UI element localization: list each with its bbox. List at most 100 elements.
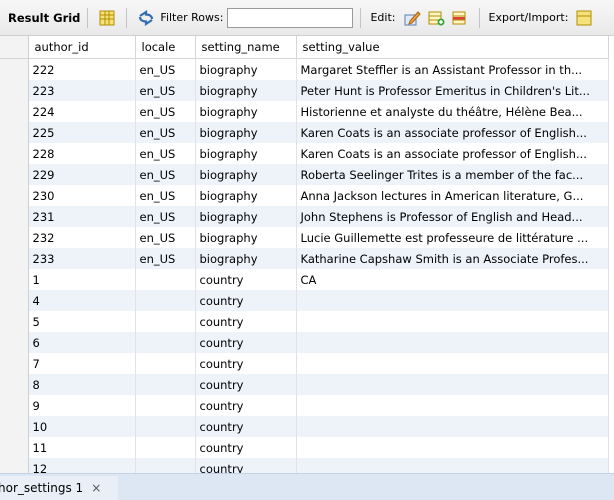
author-id-cell[interactable]: 8 <box>28 374 136 395</box>
author-id-cell[interactable]: 233 <box>28 248 136 269</box>
setting-name-cell[interactable]: country <box>195 437 297 458</box>
setting-value-cell[interactable]: John Stephens is Professor of English an… <box>296 206 609 227</box>
row-header[interactable] <box>0 227 29 248</box>
author-id-cell[interactable]: 223 <box>28 80 136 101</box>
setting-name-cell[interactable]: biography <box>195 80 297 101</box>
row-header[interactable] <box>0 164 29 185</box>
table-row[interactable]: 1 country CA <box>0 269 609 290</box>
row-header[interactable] <box>0 395 29 416</box>
setting-name-cell[interactable]: biography <box>195 58 297 80</box>
author-id-cell[interactable]: 228 <box>28 143 136 164</box>
locale-cell[interactable]: en_US <box>135 185 196 206</box>
locale-cell[interactable]: en_US <box>135 248 196 269</box>
setting-name-cell[interactable]: country <box>195 416 297 437</box>
column-header-locale[interactable]: locale <box>135 36 196 59</box>
row-header[interactable] <box>0 101 29 122</box>
setting-value-cell[interactable]: Roberta Seelinger Trites is a member of … <box>296 164 609 185</box>
row-header[interactable] <box>0 185 29 206</box>
setting-value-cell[interactable] <box>296 353 609 374</box>
column-header-setting-name[interactable]: setting_name <box>195 36 297 59</box>
table-row[interactable]: 228 en_US biography Karen Coats is an assoc… <box>0 143 609 164</box>
row-header[interactable] <box>0 143 29 164</box>
author-id-cell[interactable]: 6 <box>28 332 136 353</box>
author-id-cell[interactable]: 225 <box>28 122 136 143</box>
locale-cell[interactable]: en_US <box>135 227 196 248</box>
locale-cell[interactable] <box>135 269 196 290</box>
setting-name-cell[interactable]: country <box>195 311 297 332</box>
setting-name-cell[interactable]: biography <box>195 227 297 248</box>
author-id-cell[interactable]: 9 <box>28 395 136 416</box>
setting-value-cell[interactable]: Peter Hunt is Professor Emeritus in Chil… <box>296 80 609 101</box>
author-id-cell[interactable]: 224 <box>28 101 136 122</box>
row-header[interactable] <box>0 80 29 101</box>
grid-layout-icon[interactable] <box>98 9 116 27</box>
setting-value-cell[interactable]: Karen Coats is an associate professor of… <box>296 143 609 164</box>
table-row[interactable]: 12 country <box>0 458 609 473</box>
row-header[interactable] <box>0 206 29 227</box>
locale-cell[interactable] <box>135 332 196 353</box>
setting-value-cell[interactable]: Karen Coats is an associate professor of… <box>296 122 609 143</box>
setting-name-cell[interactable]: biography <box>195 101 297 122</box>
author-id-cell[interactable]: 229 <box>28 164 136 185</box>
table-row[interactable]: 5 country <box>0 311 609 332</box>
setting-value-cell[interactable] <box>296 458 609 473</box>
setting-name-cell[interactable]: biography <box>195 185 297 206</box>
setting-value-cell[interactable]: Katharine Capshaw Smith is an Associate … <box>296 248 609 269</box>
result-tab-label[interactable]: hor_settings 1 <box>0 481 83 495</box>
edit-pencil-icon[interactable] <box>403 9 421 27</box>
row-header[interactable] <box>0 311 29 332</box>
export-icon[interactable] <box>575 9 593 27</box>
author-id-cell[interactable]: 7 <box>28 353 136 374</box>
setting-value-cell[interactable] <box>296 332 609 353</box>
locale-cell[interactable] <box>135 374 196 395</box>
table-row[interactable]: 225 en_US biography Karen Coats is an assoc… <box>0 122 609 143</box>
table-row[interactable]: 231 en_US biography John Stephens is Profes… <box>0 206 609 227</box>
setting-value-cell[interactable] <box>296 395 609 416</box>
setting-name-cell[interactable]: biography <box>195 248 297 269</box>
table-row[interactable]: 233 en_US biography Katharine Capshaw Smith… <box>0 248 609 269</box>
author-id-cell[interactable]: 1 <box>28 269 136 290</box>
author-id-cell[interactable]: 230 <box>28 185 136 206</box>
row-header[interactable] <box>0 290 29 311</box>
table-row[interactable]: 222 en_US biography Margaret Steffler is an… <box>0 58 609 80</box>
row-header[interactable] <box>0 248 29 269</box>
locale-cell[interactable] <box>135 437 196 458</box>
setting-name-cell[interactable]: biography <box>195 206 297 227</box>
setting-name-cell[interactable]: country <box>195 458 297 473</box>
locale-cell[interactable]: en_US <box>135 206 196 227</box>
setting-name-cell[interactable]: country <box>195 332 297 353</box>
setting-value-cell[interactable] <box>296 437 609 458</box>
add-row-icon[interactable] <box>427 9 445 27</box>
author-id-cell[interactable]: 231 <box>28 206 136 227</box>
author-id-cell[interactable]: 11 <box>28 437 136 458</box>
table-row[interactable]: 229 en_US biography Roberta Seelinger Trite… <box>0 164 609 185</box>
locale-cell[interactable] <box>135 290 196 311</box>
table-row[interactable]: 7 country <box>0 353 609 374</box>
setting-value-cell[interactable] <box>296 290 609 311</box>
row-header[interactable] <box>0 353 29 374</box>
table-row[interactable]: 6 country <box>0 332 609 353</box>
locale-cell[interactable] <box>135 353 196 374</box>
setting-value-cell[interactable] <box>296 416 609 437</box>
locale-cell[interactable] <box>135 416 196 437</box>
row-header[interactable] <box>0 437 29 458</box>
setting-name-cell[interactable]: biography <box>195 143 297 164</box>
setting-name-cell[interactable]: country <box>195 290 297 311</box>
refresh-arrows-icon[interactable] <box>137 9 155 27</box>
locale-cell[interactable] <box>135 395 196 416</box>
setting-name-cell[interactable]: country <box>195 269 297 290</box>
locale-cell[interactable]: en_US <box>135 143 196 164</box>
table-row[interactable]: 10 country <box>0 416 609 437</box>
delete-row-icon[interactable] <box>451 9 469 27</box>
setting-name-cell[interactable]: country <box>195 353 297 374</box>
locale-cell[interactable] <box>135 458 196 473</box>
setting-value-cell[interactable]: Margaret Steffler is an Assistant Profes… <box>296 58 609 80</box>
row-header[interactable] <box>0 332 29 353</box>
author-id-cell[interactable]: 232 <box>28 227 136 248</box>
result-grid-label[interactable]: Result Grid <box>8 11 80 25</box>
column-header-author-id[interactable]: author_id <box>28 36 136 59</box>
table-row[interactable]: 230 en_US biography Anna Jackson lectures i… <box>0 185 609 206</box>
column-header-setting-value[interactable]: setting_value <box>296 36 609 59</box>
row-header[interactable] <box>0 458 29 473</box>
author-id-cell[interactable]: 222 <box>28 58 136 80</box>
